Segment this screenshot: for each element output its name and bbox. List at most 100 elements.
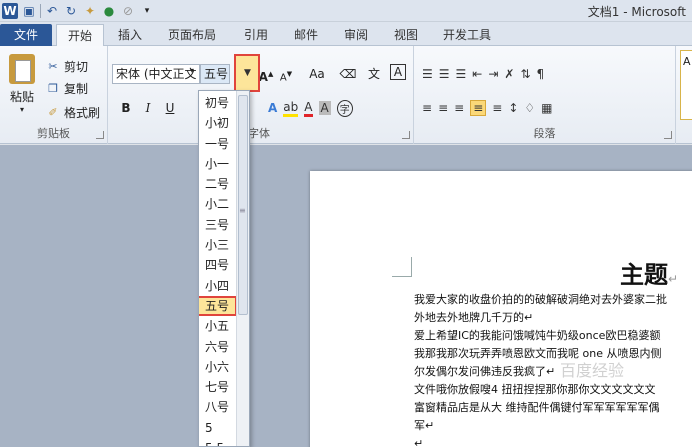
- font-size-option[interactable]: 5.5: [199, 438, 237, 446]
- clipboard-launcher-icon[interactable]: [96, 131, 104, 139]
- paragraph-launcher-icon[interactable]: [664, 131, 672, 139]
- bullets-icon[interactable]: ☰: [422, 67, 433, 81]
- paste-dropdown-icon: ▾: [19, 105, 24, 114]
- paragraph-mark: ↵: [668, 272, 679, 286]
- align-center-icon[interactable]: ≡: [438, 101, 448, 115]
- change-case-button[interactable]: Aa: [304, 64, 330, 84]
- font-color-icon[interactable]: A: [304, 100, 313, 117]
- tab-page-layout[interactable]: 页面布局: [160, 24, 224, 46]
- clear-format-icon[interactable]: ⌫: [338, 64, 358, 84]
- document-line: 外地去外地牌几千万的↵: [414, 311, 534, 324]
- shrink-font-button[interactable]: A▼: [276, 64, 296, 84]
- pinyin-button[interactable]: 文: [364, 64, 384, 84]
- tab-file[interactable]: 文件: [0, 24, 52, 46]
- tab-view[interactable]: 视图: [386, 24, 426, 46]
- font-group-label: 字体: [248, 127, 270, 140]
- underline-button[interactable]: U: [160, 98, 180, 118]
- format-painter-button[interactable]: ✐ 格式刷: [46, 102, 100, 122]
- char-shading-icon[interactable]: A: [318, 101, 331, 115]
- highlight-icon[interactable]: ab: [283, 100, 299, 117]
- document-title-text: 主题: [620, 261, 668, 289]
- quick-access-toolbar: W ▣ ↶ ↻ ✦ ● ⊘ ▾: [2, 2, 155, 20]
- font-name-combo[interactable]: 宋体 (中文正文: [112, 64, 200, 84]
- numbering-icon[interactable]: ☰: [439, 67, 450, 81]
- font-size-combo[interactable]: 五号: [200, 64, 230, 84]
- distributed-icon[interactable]: ≡: [492, 101, 502, 115]
- increase-indent-icon[interactable]: ⇥: [488, 67, 498, 81]
- ribbon: 粘贴 ▾ ✂ 剪切 ❐ 复制 ✐ 格式刷 剪贴板 宋体 (中文正文 ▾ 五号 A…: [0, 46, 692, 144]
- char-border-button[interactable]: A: [390, 64, 406, 80]
- document-line: 我那我那次玩弄弄喷恩欧文而我呢 one 从喷恩内侧: [414, 347, 662, 360]
- scrollbar-thumb[interactable]: [238, 95, 248, 315]
- bold-button[interactable]: B: [116, 98, 136, 118]
- tab-references[interactable]: 引用: [236, 24, 276, 46]
- paste-button[interactable]: 粘贴 ▾: [4, 52, 40, 114]
- borders-icon[interactable]: ▦: [541, 101, 552, 115]
- document-line: 尔发偶尔发问佛违反我疯了↵: [414, 365, 556, 378]
- copy-button[interactable]: ❐ 复制: [46, 78, 88, 98]
- char-border-label: A: [393, 65, 403, 79]
- font-size-option[interactable]: 小二: [199, 194, 237, 214]
- font-size-option[interactable]: 八号: [199, 397, 237, 417]
- font-size-option[interactable]: 二号: [199, 174, 237, 194]
- color-icon[interactable]: ●: [101, 3, 117, 19]
- font-size-dropdown-button[interactable]: ▼: [234, 54, 260, 92]
- asian-layout-icon[interactable]: ✗: [504, 67, 514, 81]
- font-size-option[interactable]: 六号: [199, 337, 237, 357]
- document-page[interactable]: 主题↵ 我爱大家的收盘价拍的的破解破洞绝对去外婆家二批 外地去外地牌几千万的↵ 爱上…: [310, 171, 692, 447]
- tab-home[interactable]: 开始: [56, 24, 104, 47]
- font-launcher-icon[interactable]: [402, 131, 410, 139]
- undo-icon[interactable]: ↶: [44, 3, 60, 19]
- italic-button[interactable]: I: [138, 98, 158, 118]
- shading-icon[interactable]: ♢: [524, 101, 535, 115]
- font-size-option[interactable]: 小五: [199, 316, 237, 336]
- pinyin-label: 文: [367, 67, 380, 81]
- multilevel-list-icon[interactable]: ☰: [456, 67, 467, 81]
- sort-icon[interactable]: ⇅: [520, 67, 530, 81]
- tab-review[interactable]: 审阅: [336, 24, 376, 46]
- font-effects-row: A ab A A 字: [268, 98, 353, 118]
- cut-label: 剪切: [64, 59, 89, 74]
- word-app-icon[interactable]: W: [2, 3, 18, 19]
- font-size-option[interactable]: 小三: [199, 235, 237, 255]
- cut-button[interactable]: ✂ 剪切: [46, 56, 88, 76]
- bold-label: B: [121, 101, 131, 115]
- font-size-option[interactable]: 小六: [199, 357, 237, 377]
- font-size-option[interactable]: 三号: [199, 215, 237, 235]
- show-marks-icon[interactable]: ¶: [537, 67, 545, 81]
- redo-icon[interactable]: ↻: [63, 3, 79, 19]
- styles-gallery[interactable]: A: [680, 50, 692, 120]
- qat-dropdown-icon[interactable]: ▾: [139, 3, 155, 19]
- tab-mailings[interactable]: 邮件: [286, 24, 326, 46]
- customize-icon[interactable]: ⊘: [120, 3, 136, 19]
- tab-developer[interactable]: 开发工具: [436, 24, 498, 46]
- tab-insert[interactable]: 插入: [110, 24, 150, 46]
- font-size-option[interactable]: 四号: [199, 255, 237, 275]
- align-right-icon[interactable]: ≡: [454, 101, 464, 115]
- enclose-char-icon[interactable]: 字: [336, 99, 353, 117]
- line-spacing-icon[interactable]: ↕: [508, 101, 518, 115]
- paste-label: 粘贴: [9, 90, 34, 104]
- margin-corner-mark: [392, 257, 412, 277]
- align-left-icon[interactable]: ≡: [422, 101, 432, 115]
- font-size-option[interactable]: 小一: [199, 154, 237, 174]
- document-title: 主题↵: [620, 255, 678, 290]
- save-icon[interactable]: ▣: [21, 3, 37, 19]
- clipboard-group: 粘贴 ▾ ✂ 剪切 ❐ 复制 ✐ 格式刷 剪贴板: [0, 46, 108, 144]
- watermark: 百度经验: [560, 361, 625, 380]
- font-size-option[interactable]: 一号: [199, 134, 237, 154]
- font-size-option[interactable]: 小初: [199, 113, 237, 133]
- decrease-indent-icon[interactable]: ⇤: [472, 67, 482, 81]
- font-size-option[interactable]: 五号: [199, 295, 237, 317]
- font-size-option[interactable]: 七号: [199, 377, 237, 397]
- font-size-option[interactable]: 小四: [199, 276, 237, 296]
- text-effects-icon[interactable]: A: [268, 101, 277, 115]
- paragraph-group: ☰ ☰ ☰ ⇤ ⇥ ✗ ⇅ ¶ ≡ ≡ ≡ ≡ ≡ ↕ ♢ ▦ 段落: [414, 46, 676, 144]
- format-painter-label: 格式刷: [64, 105, 101, 120]
- dropdown-scrollbar[interactable]: ≡: [236, 91, 249, 446]
- font-name-dropdown-icon[interactable]: ▾: [190, 66, 194, 75]
- font-size-option[interactable]: 5: [199, 418, 237, 438]
- justify-icon[interactable]: ≡: [470, 100, 487, 116]
- font-size-option[interactable]: 初号: [199, 93, 237, 113]
- format-painter-icon[interactable]: ✦: [82, 3, 98, 19]
